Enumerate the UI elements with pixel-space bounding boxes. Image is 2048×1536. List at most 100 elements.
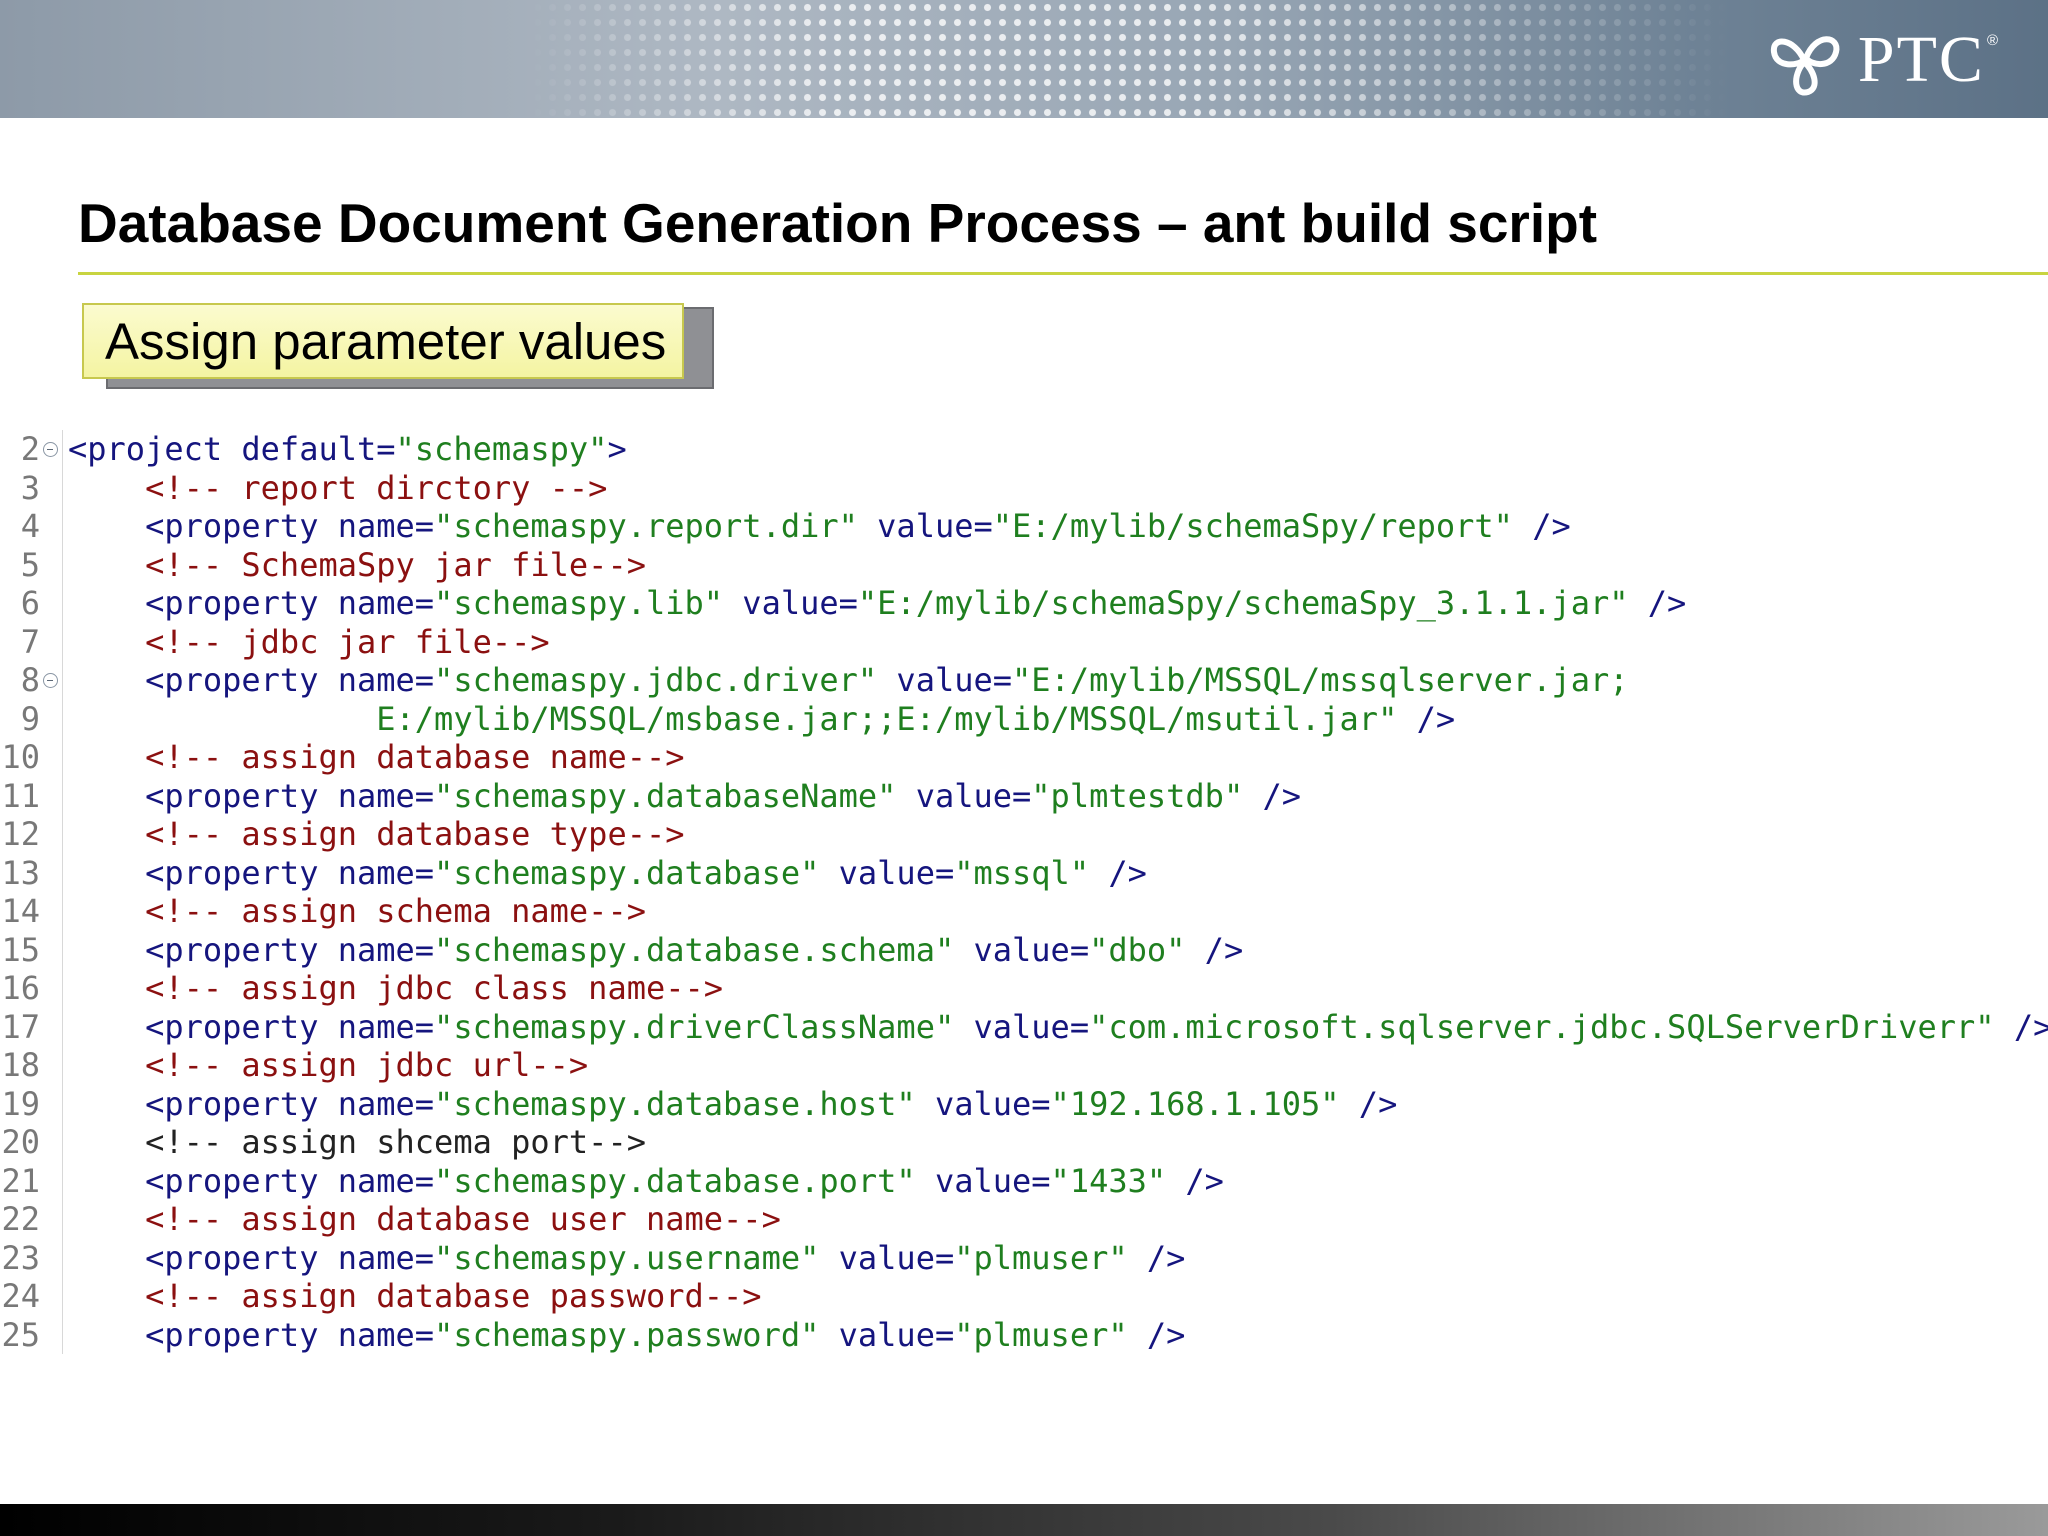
- code-token: name=: [337, 1007, 435, 1046]
- code-line: 17 <property name="schemaspy.driverClass…: [0, 1007, 2048, 1047]
- line-number: 11: [1, 776, 40, 815]
- code-token: "E:/mylib/MSSQL/mssqlserver.jar;: [1012, 661, 1629, 699]
- code-token: <!-- assign database password-->: [145, 1277, 762, 1315]
- gutter-divider: [62, 776, 63, 815]
- gutter-divider: [62, 815, 63, 854]
- code-text: <!-- SchemaSpy jar file-->: [68, 546, 646, 585]
- gutter-divider: [62, 1007, 63, 1046]
- code-token: "schemaspy.report.dir": [434, 507, 858, 545]
- code-line: 25 <property name="schemaspy.password" v…: [0, 1315, 2048, 1354]
- code-token: "schemaspy.driverClassName": [434, 1007, 955, 1046]
- line-number: 2: [20, 430, 40, 468]
- code-token: <property: [145, 1007, 338, 1046]
- gutter-divider: [62, 738, 63, 777]
- code-text: <!-- assign database type-->: [68, 815, 684, 854]
- code-line: 6 <property name="schemaspy.lib" value="…: [0, 584, 2048, 623]
- gutter-divider: [62, 1315, 63, 1354]
- code-token: />: [1243, 776, 1301, 815]
- code-listing: 2 <project default="schemaspy"> 3 <!-- rep…: [0, 430, 2048, 1354]
- fold-collapse-icon[interactable]: [43, 673, 58, 688]
- code-token: <property: [145, 507, 338, 545]
- line-number: 12: [1, 815, 40, 853]
- header-dot-pattern: [530, 0, 1730, 118]
- code-token: <property: [145, 1084, 338, 1123]
- gutter-divider: [62, 430, 63, 469]
- code-text: <property name="schemaspy.database.schem…: [68, 931, 1243, 970]
- line-number: 8: [20, 661, 40, 699]
- code-line: 13 <property name="schemaspy.database" v…: [0, 853, 2048, 893]
- line-number: 15: [1, 930, 40, 969]
- code-token: name=: [337, 584, 435, 622]
- code-text: <!-- assign database password-->: [68, 1277, 762, 1316]
- code-line: 24 <!-- assign database password-->: [0, 1277, 2048, 1316]
- code-token: value=: [819, 1238, 955, 1277]
- code-token: value=: [819, 853, 955, 892]
- code-token: />: [1185, 930, 1244, 969]
- code-token: "plmuser": [954, 1315, 1128, 1354]
- code-token: value=: [877, 661, 1013, 699]
- gutter-divider: [62, 969, 63, 1008]
- code-token: name=: [337, 853, 435, 892]
- ptc-logo: PTC ®: [1764, 18, 1998, 102]
- code-token: value=: [915, 1161, 1051, 1200]
- code-token: "schemaspy.database.schema": [434, 930, 955, 969]
- code-token: name=: [337, 507, 435, 545]
- gutter-divider: [62, 1238, 63, 1277]
- code-token: name=: [337, 1084, 435, 1123]
- code-token: <property: [145, 776, 338, 815]
- gutter-divider: [62, 853, 63, 892]
- line-number: 16: [1, 969, 40, 1007]
- code-token: <!-- assign shcema port-->: [145, 1123, 646, 1161]
- code-token: <!-- assign jdbc url-->: [145, 1046, 589, 1084]
- code-token: "schemaspy.lib": [434, 584, 724, 622]
- code-token: "schemaspy.database": [434, 853, 820, 892]
- code-token: E:/mylib/MSSQL/msbase.jar;;E:/mylib/MSSQ…: [376, 699, 1398, 738]
- code-text: <property name="schemaspy.lib" value="E:…: [68, 584, 1686, 623]
- line-number: 25: [1, 1315, 40, 1354]
- line-number: 19: [1, 1084, 40, 1123]
- code-token: "schemaspy": [395, 430, 608, 468]
- code-token: />: [1512, 507, 1571, 545]
- line-number: 4: [20, 507, 40, 545]
- code-token: <property: [145, 853, 338, 892]
- code-text: <property name="schemaspy.jdbc.driver" v…: [68, 661, 1629, 700]
- line-number: 21: [1, 1161, 40, 1200]
- code-line: 10 <!-- assign database name-->: [0, 738, 2048, 777]
- code-line: 12 <!-- assign database type-->: [0, 815, 2048, 854]
- code-line: 9 E:/mylib/MSSQL/msbase.jar;;E:/mylib/MS…: [0, 699, 2048, 739]
- code-text: <property name="schemaspy.driverClassNam…: [68, 1008, 2048, 1047]
- gutter-divider: [62, 892, 63, 931]
- header-band: PTC ®: [0, 0, 2048, 118]
- gutter-divider: [62, 661, 63, 700]
- code-token: />: [1397, 699, 1456, 738]
- gutter-divider: [62, 584, 63, 623]
- callout-box: Assign parameter values: [82, 303, 684, 379]
- code-text: E:/mylib/MSSQL/msbase.jar;;E:/mylib/MSSQ…: [68, 700, 1455, 739]
- code-text: <property name="schemaspy.databaseName" …: [68, 777, 1301, 816]
- code-line: 16 <!-- assign jdbc class name-->: [0, 969, 2048, 1008]
- code-token: <property: [145, 584, 338, 622]
- ptc-logo-text: PTC: [1857, 23, 1985, 96]
- code-token: value=: [723, 584, 858, 622]
- gutter-divider: [62, 507, 63, 546]
- code-token: name=: [337, 776, 435, 815]
- code-text: <property name="schemaspy.database" valu…: [68, 854, 1147, 893]
- code-token: value=: [915, 1084, 1051, 1123]
- code-text: <!-- assign jdbc class name-->: [68, 969, 723, 1008]
- code-token: <property: [145, 1315, 338, 1354]
- code-token: "schemaspy.jdbc.driver": [434, 661, 878, 699]
- code-token: value=: [954, 930, 1090, 969]
- code-line: 3 <!-- report dirctory -->: [0, 468, 2048, 507]
- gutter-divider: [62, 699, 63, 738]
- code-token: "1433": [1050, 1161, 1167, 1200]
- code-token: <!-- assign schema name-->: [145, 892, 646, 930]
- line-number: 13: [1, 853, 40, 892]
- gutter-divider: [62, 930, 63, 969]
- gutter-divider: [62, 1084, 63, 1123]
- code-token: <property: [145, 1161, 338, 1200]
- fold-collapse-icon[interactable]: [43, 442, 58, 457]
- code-token: name=: [337, 930, 435, 969]
- code-line: 5 <!-- SchemaSpy jar file-->: [0, 545, 2048, 585]
- slide: PTC ® Database Document Generation Proce…: [0, 0, 2048, 1536]
- code-token: "mssql": [954, 853, 1090, 892]
